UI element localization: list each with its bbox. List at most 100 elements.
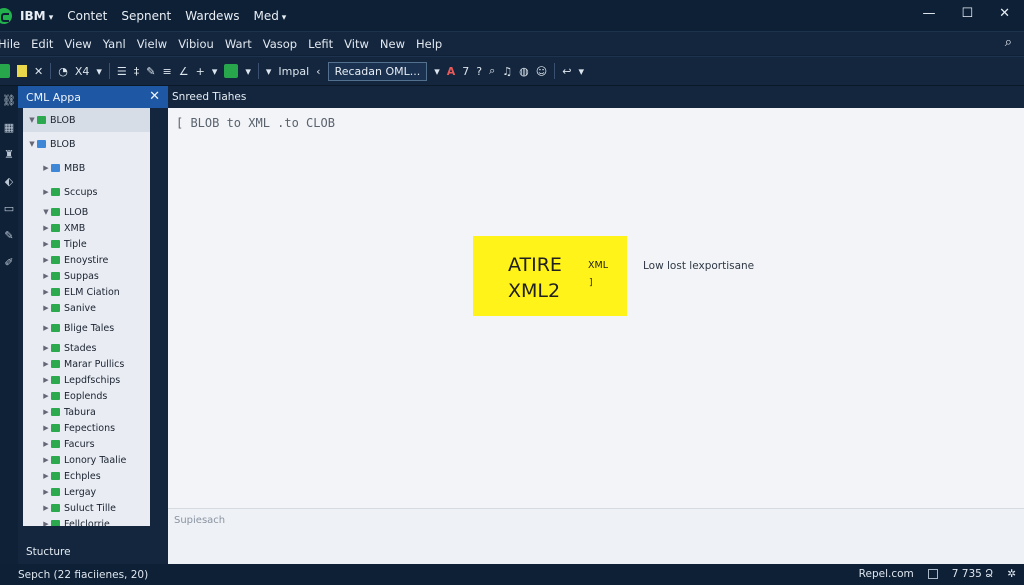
highlight-card[interactable]: ATIRE XML2 XML ]: [473, 236, 627, 316]
cut-icon[interactable]: ✕: [34, 65, 43, 78]
tree-item[interactable]: ▶ Sccups: [23, 180, 150, 204]
combo-recadan[interactable]: Recadan OML...: [327, 61, 428, 81]
title-menu-med[interactable]: Med: [254, 9, 287, 23]
pen-icon[interactable]: ✎: [146, 65, 155, 78]
menu-hile[interactable]: Hile: [0, 37, 20, 51]
chevron-right-icon[interactable]: ▶: [41, 188, 51, 196]
tree-item[interactable]: ▶ Suppas: [23, 268, 150, 284]
minimize-icon[interactable]: —: [922, 6, 935, 21]
tree-item[interactable]: ▶ Blige Tales: [23, 316, 150, 340]
chevron-right-icon[interactable]: ▶: [41, 376, 51, 384]
chevron-down-icon[interactable]: ▾: [96, 65, 102, 78]
tree-item[interactable]: ▶ Enoystire: [23, 252, 150, 268]
tree-item[interactable]: ▶ Tabura: [23, 404, 150, 420]
title-menu-wardews[interactable]: Wardews: [185, 9, 239, 23]
tree-item[interactable]: ▶ Echples: [23, 468, 150, 484]
tree-item[interactable]: ▶ XMB: [23, 220, 150, 236]
clock-icon[interactable]: ◔: [58, 65, 68, 78]
tree-item[interactable]: ▼ BLOB: [23, 108, 150, 132]
x4-button[interactable]: X4: [75, 65, 90, 78]
combo-impal[interactable]: Impal: [278, 65, 309, 78]
brand-menu[interactable]: IBM: [20, 9, 53, 23]
bracket-icon[interactable]: ‡: [134, 65, 140, 78]
doc-icon[interactable]: [17, 65, 27, 77]
menu-lefit[interactable]: Lefit: [308, 37, 333, 51]
status-link[interactable]: Repel.com: [859, 568, 914, 580]
chevron-down-icon[interactable]: ▼: [27, 116, 37, 124]
tree-item[interactable]: ▶ Suluct Tille: [23, 500, 150, 516]
tree-item[interactable]: ▶ Lergay: [23, 484, 150, 500]
title-menu-sepnent[interactable]: Sepnent: [121, 9, 171, 23]
chat-icon[interactable]: ☺: [536, 65, 547, 78]
menu-vasop[interactable]: Vasop: [263, 37, 297, 51]
search-icon[interactable]: ⌕: [489, 64, 495, 78]
footer-placeholder[interactable]: Supiesach: [174, 515, 225, 526]
title-menu-contet[interactable]: Contet: [67, 9, 107, 23]
tag-icon[interactable]: ⬖: [5, 175, 13, 188]
chevron-down-icon[interactable]: ▼: [27, 140, 37, 148]
chevron-right-icon[interactable]: ▶: [41, 324, 51, 332]
maximize-icon[interactable]: ☐: [961, 6, 973, 21]
tree-item[interactable]: ▶ ELM Ciation: [23, 284, 150, 300]
tree-item[interactable]: ▼ LLOB: [23, 204, 150, 220]
chevron-right-icon[interactable]: ▶: [41, 164, 51, 172]
tree-item[interactable]: ▶ Marar Pullics: [23, 356, 150, 372]
chevron-down-icon[interactable]: ▾: [266, 65, 272, 78]
search-icon[interactable]: ⌕: [1005, 35, 1012, 50]
seven-button[interactable]: 7: [462, 65, 469, 78]
chevron-right-icon[interactable]: ▶: [41, 472, 51, 480]
chevron-down-icon[interactable]: ▾: [245, 65, 251, 78]
chevron-down-icon[interactable]: ▼: [41, 208, 51, 216]
chevron-right-icon[interactable]: ▶: [41, 240, 51, 248]
tree-item[interactable]: ▶ Fellclorrie: [23, 516, 150, 526]
code-line[interactable]: [ BLOB to XML .to CLOB: [176, 116, 335, 130]
green-block-icon[interactable]: [224, 64, 239, 78]
chevron-right-icon[interactable]: ▶: [41, 288, 51, 296]
editor-tab[interactable]: Snreed Tiahes: [172, 91, 246, 103]
align-icon[interactable]: ≡: [163, 65, 172, 78]
chevron-right-icon[interactable]: ▶: [41, 408, 51, 416]
editor-canvas[interactable]: [ BLOB to XML .to CLOB ATIRE XML2 XML ] …: [168, 108, 1024, 508]
help-icon[interactable]: ?: [476, 65, 482, 78]
font-color-button[interactable]: A: [447, 65, 456, 78]
chevron-down-icon[interactable]: ▾: [212, 65, 218, 78]
chevron-right-icon[interactable]: ▶: [41, 504, 51, 512]
tree-item[interactable]: ▶ Eoplends: [23, 388, 150, 404]
chevron-right-icon[interactable]: ▶: [41, 520, 51, 526]
music-icon[interactable]: ♫: [502, 65, 512, 78]
chevron-right-icon[interactable]: ▶: [41, 424, 51, 432]
chevron-down-icon[interactable]: ▾: [578, 65, 584, 78]
line-icon[interactable]: ∠: [179, 65, 189, 78]
link-icon[interactable]: ⛓: [2, 94, 16, 107]
capsule-icon[interactable]: ◍: [519, 65, 529, 78]
chevron-right-icon[interactable]: ▶: [41, 256, 51, 264]
menu-vielw[interactable]: Vielw: [137, 37, 168, 51]
menu-yanl[interactable]: Yanl: [103, 37, 126, 51]
chevron-left-icon[interactable]: ‹: [316, 65, 320, 78]
tree-item[interactable]: ▶ Lonory Taalie: [23, 452, 150, 468]
structure-tab[interactable]: Stucture: [26, 546, 71, 558]
menu-wart[interactable]: Wart: [225, 37, 252, 51]
settings-icon[interactable]: ✲: [1007, 568, 1016, 580]
tree-item[interactable]: ▶ Facurs: [23, 436, 150, 452]
list-icon[interactable]: ☰: [117, 65, 127, 78]
tree-item[interactable]: ▶ MBB: [23, 156, 150, 180]
menu-edit[interactable]: Edit: [31, 37, 53, 51]
chevron-right-icon[interactable]: ▶: [41, 360, 51, 368]
chevron-right-icon[interactable]: ▶: [41, 272, 51, 280]
tree-item[interactable]: ▼ BLOB: [23, 132, 150, 156]
close-icon[interactable]: ✕: [149, 89, 160, 104]
chevron-right-icon[interactable]: ▶: [41, 456, 51, 464]
chevron-right-icon[interactable]: ▶: [41, 488, 51, 496]
tower-icon[interactable]: ♜: [4, 148, 14, 161]
undo-icon[interactable]: ↩: [562, 65, 571, 78]
menu-help[interactable]: Help: [416, 37, 442, 51]
tree-item[interactable]: ▶ Stades: [23, 340, 150, 356]
pencil-icon[interactable]: ✐: [4, 256, 13, 269]
tree-item[interactable]: ▶ Sanive: [23, 300, 150, 316]
tree-item[interactable]: ▶ Tiple: [23, 236, 150, 252]
app-logo-icon[interactable]: [0, 7, 12, 24]
plus-icon[interactable]: +: [196, 65, 205, 78]
tree-item[interactable]: ▶ Fepections: [23, 420, 150, 436]
chevron-right-icon[interactable]: ▶: [41, 344, 51, 352]
